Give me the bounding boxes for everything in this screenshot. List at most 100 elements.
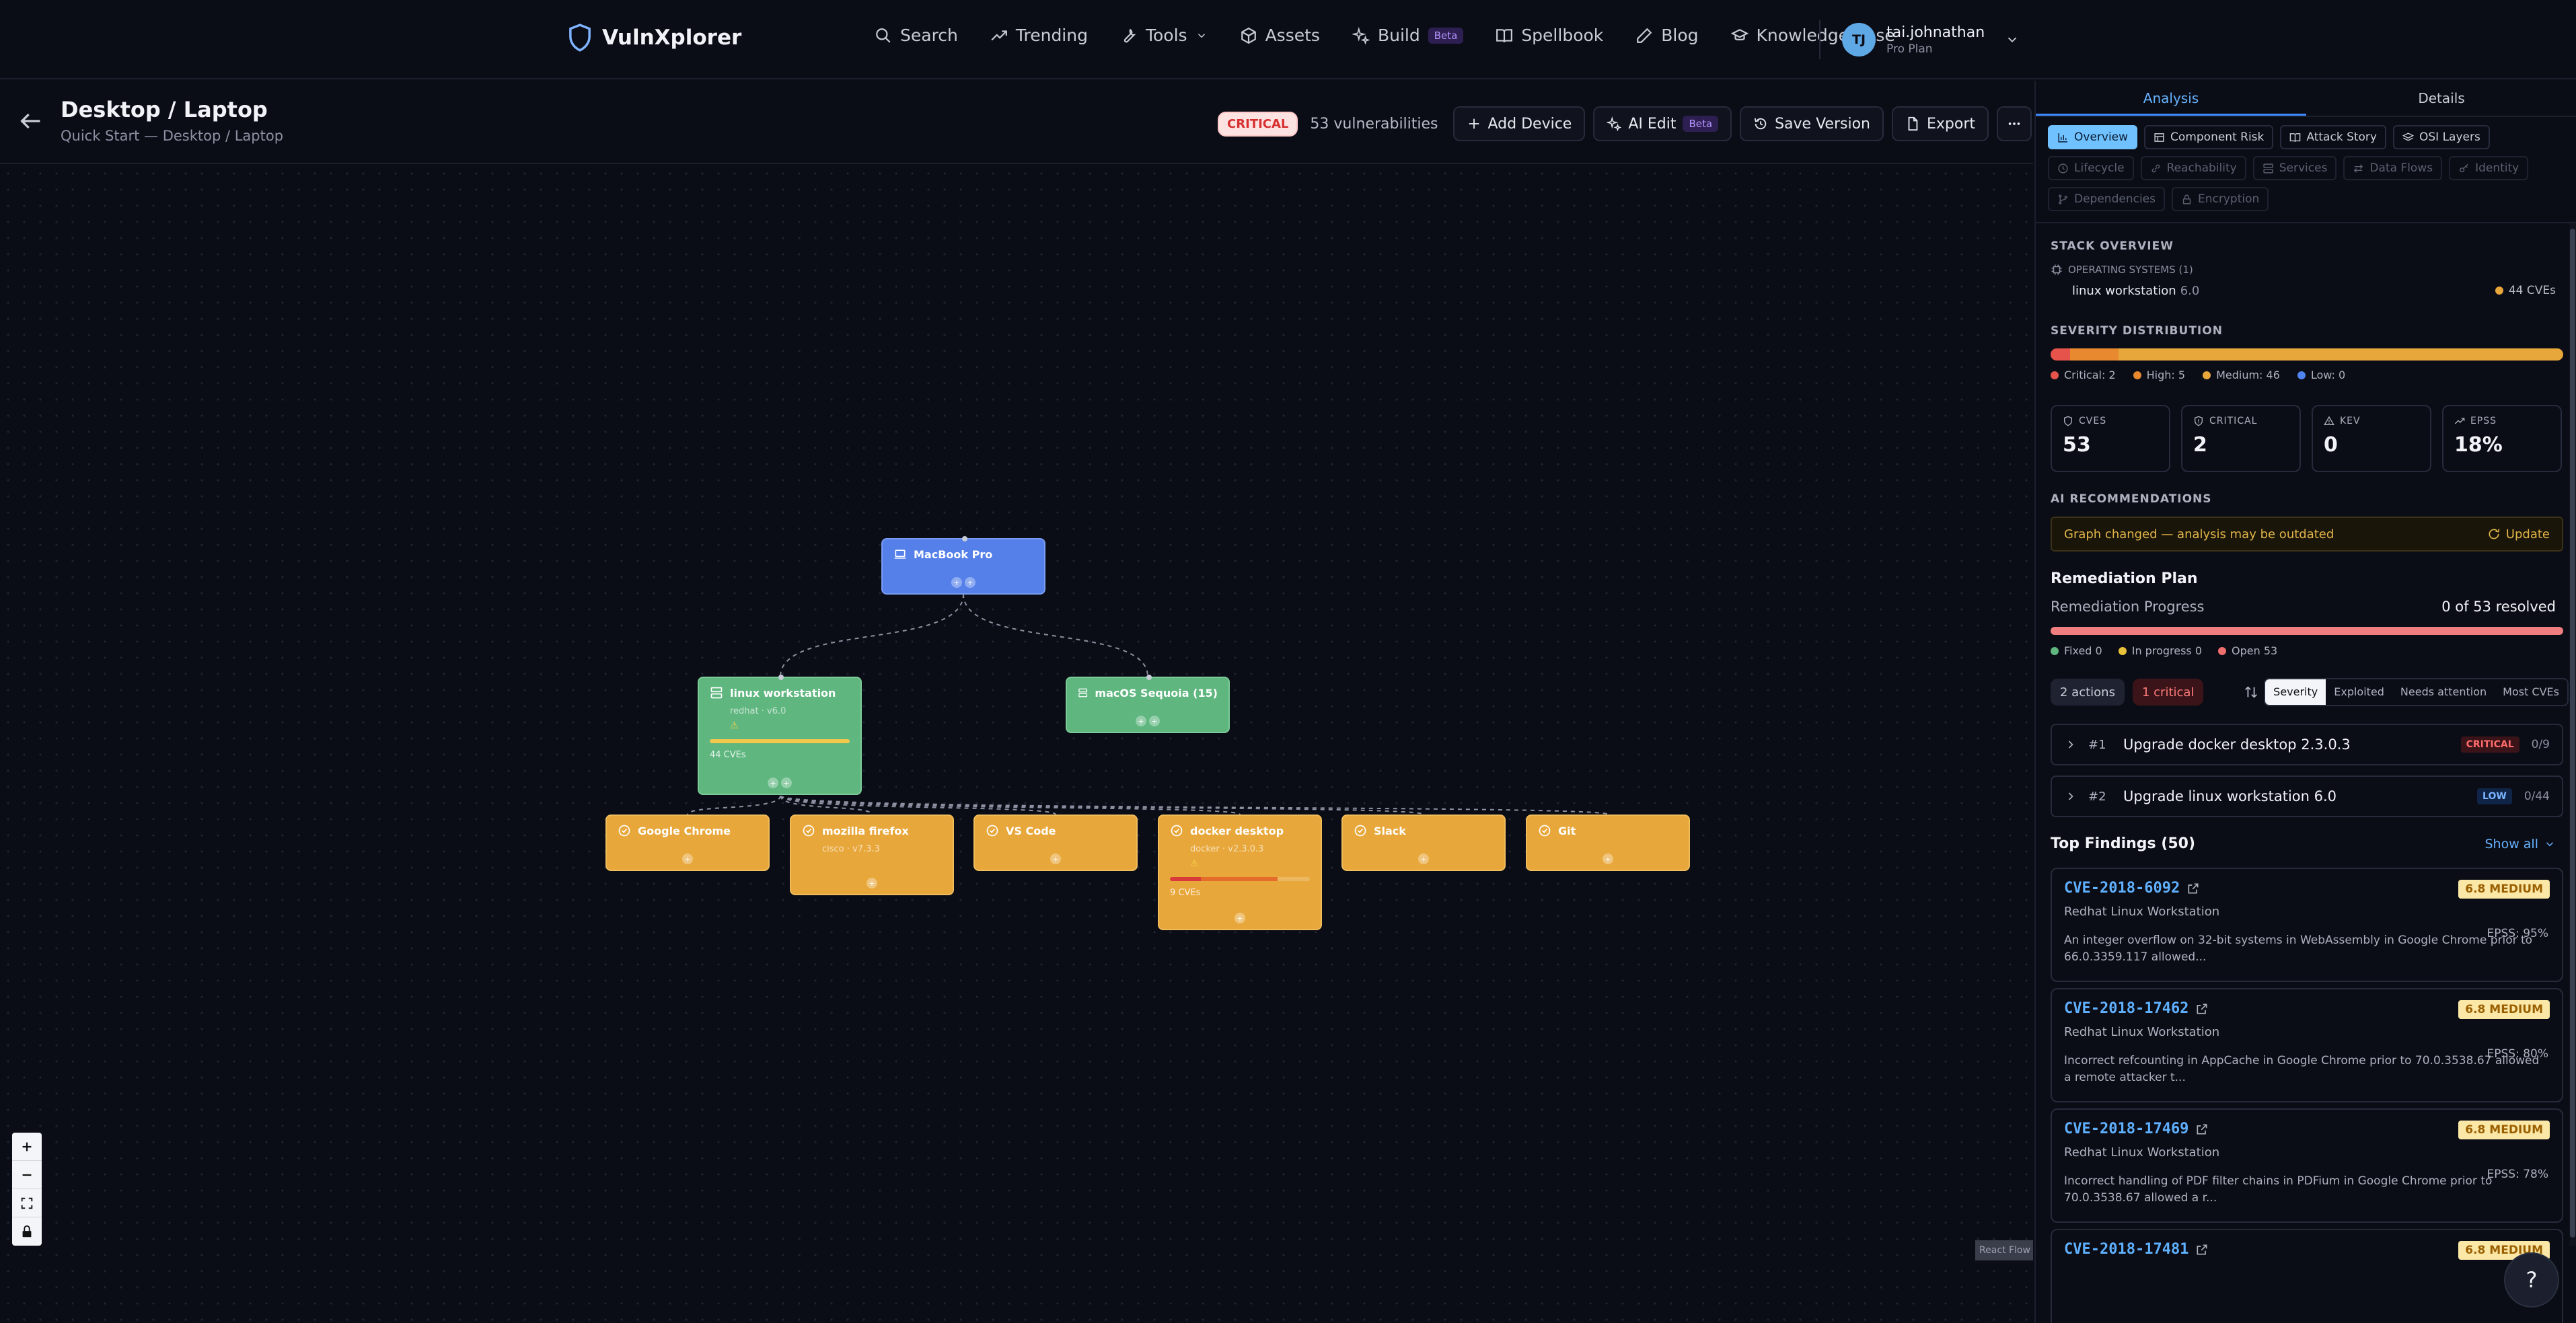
more-menu-button[interactable] [1997, 106, 2032, 141]
add-child-icon[interactable]: + [867, 878, 877, 889]
package-icon [803, 825, 815, 837]
nav-search[interactable]: Search [875, 26, 958, 45]
sort-severity[interactable]: Severity [2265, 679, 2326, 705]
subtab-label: Dependencies [2074, 192, 2156, 206]
finding-card[interactable]: CVE-2018-17462 6.8 MEDIUM Redhat Linux W… [2051, 988, 2563, 1102]
refresh-icon [2489, 529, 2500, 539]
stat-card-kev[interactable]: KEV 0 [2312, 405, 2431, 472]
subtab-services: Services [2252, 156, 2337, 180]
node-docker-desktop[interactable]: docker desktop docker · v2.3.0.3 ⚠ 9 CVE… [1158, 815, 1322, 930]
ai-edit-button[interactable]: AI Edit Beta [1593, 106, 1732, 141]
help-button[interactable]: ? [2504, 1252, 2559, 1308]
subtab-label: Data Flows [2369, 161, 2433, 175]
remediation-progress-label: Remediation Progress [2051, 599, 2205, 615]
fit-view-button[interactable] [12, 1189, 42, 1217]
add-child-icon[interactable]: + [781, 778, 792, 788]
update-button[interactable]: Update [2487, 527, 2550, 541]
subtab-osi-layers[interactable]: OSI Layers [2392, 125, 2490, 149]
node-handles[interactable]: + [682, 854, 693, 864]
lock-button[interactable] [12, 1217, 42, 1246]
node-macos-sequoia[interactable]: macOS Sequoia (15) + + [1066, 675, 1230, 733]
user-plan: Pro Plan [1886, 42, 1933, 56]
node-linux-workstation[interactable]: linux workstation redhat · v6.0 ⚠ 44 CVE… [698, 675, 862, 795]
sort-most-cves[interactable]: Most CVEs [2495, 679, 2567, 705]
node-label: linux workstation [730, 686, 836, 700]
node-port-top[interactable] [1146, 675, 1152, 680]
legend-high: High: 5 [2133, 369, 2185, 381]
subtab-label: Overview [2074, 130, 2129, 144]
stat-card-cves[interactable]: CVES 53 [2051, 405, 2170, 472]
finding-card[interactable]: CVE-2018-17469 6.8 MEDIUM Redhat Linux W… [2051, 1108, 2563, 1223]
zoom-in-button[interactable] [12, 1133, 42, 1161]
node-macbook-pro[interactable]: MacBook Pro + + [881, 536, 1045, 595]
export-button[interactable]: Export [1891, 106, 1989, 141]
add-child-icon[interactable]: + [1418, 854, 1429, 864]
node-port-top[interactable] [778, 675, 784, 680]
add-child-icon[interactable]: + [965, 577, 976, 588]
nav-spellbook[interactable]: Spellbook [1496, 26, 1603, 45]
node-handles[interactable]: + + [768, 778, 792, 788]
finding-card[interactable]: CVE-2018-17481 6.8 MEDIUM [2051, 1229, 2563, 1323]
save-version-button[interactable]: Save Version [1740, 106, 1884, 141]
node-slack[interactable]: Slack + [1341, 815, 1506, 871]
add-child-icon[interactable]: + [682, 854, 693, 864]
nav-blog-label: Blog [1661, 26, 1699, 45]
node-mozilla-firefox[interactable]: mozilla firefox cisco · v7.3.3 + [790, 815, 954, 895]
subtab-component-risk[interactable]: Component Risk [2144, 125, 2274, 149]
remediation-action[interactable]: #2 Upgrade linux workstation 6.0 LOW 0/4… [2051, 776, 2563, 817]
nav-build[interactable]: Build Beta [1352, 26, 1464, 45]
stat-card-critical[interactable]: CRITICAL 2 [2181, 405, 2301, 472]
user-menu[interactable]: TJ tai.johnathan Pro Plan [1842, 23, 2020, 56]
back-arrow-icon[interactable] [17, 108, 44, 135]
layers-icon [2402, 132, 2414, 141]
node-handles[interactable]: + + [951, 577, 976, 588]
os-item[interactable]: linux workstation 6.0 [2072, 284, 2199, 298]
node-handles[interactable]: + + [1136, 716, 1160, 726]
cvss-badge: 6.8 MEDIUM [2458, 880, 2550, 899]
subtab-attack-story[interactable]: Attack Story [2280, 125, 2386, 149]
add-child-icon[interactable]: + [951, 577, 962, 588]
node-handles[interactable]: + [1418, 854, 1429, 864]
shield-logo-icon [569, 24, 591, 52]
panel-tabs: Analysis Details [2036, 81, 2576, 117]
add-child-icon[interactable]: + [768, 778, 778, 788]
node-port-top[interactable] [962, 536, 967, 541]
node-google-chrome[interactable]: Google Chrome + [605, 815, 770, 871]
stat-card-epss[interactable]: EPSS 18% [2442, 405, 2562, 472]
add-child-icon[interactable]: + [1050, 854, 1061, 864]
zoom-out-button[interactable] [12, 1161, 42, 1189]
brand[interactable]: VulnXplorer [567, 23, 741, 52]
nav-trending[interactable]: Trending [990, 26, 1088, 45]
sort-icon[interactable] [2244, 685, 2258, 700]
breadcrumb[interactable]: Quick Start — Desktop / Laptop [61, 128, 283, 144]
flow-attribution[interactable]: React Flow [1975, 1240, 2033, 1260]
nav-tools[interactable]: Tools [1120, 26, 1208, 45]
sort-exploited[interactable]: Exploited [2326, 679, 2392, 705]
node-git[interactable]: Git + [1526, 815, 1690, 871]
nav-assets[interactable]: Assets [1240, 26, 1320, 45]
node-vs-code[interactable]: VS Code + [973, 815, 1138, 871]
add-child-icon[interactable]: + [1603, 854, 1613, 864]
graph-canvas[interactable]: MacBook Pro + + linux workstation redhat … [0, 165, 2033, 1323]
subtab-overview[interactable]: Overview [2048, 125, 2138, 149]
node-title: Slack [1354, 824, 1494, 837]
add-device-button[interactable]: Add Device [1452, 106, 1586, 141]
scrollbar-thumb[interactable] [2570, 229, 2575, 1238]
add-child-icon[interactable]: + [1149, 716, 1160, 726]
arrows-icon [2354, 163, 2363, 173]
tab-details[interactable]: Details [2306, 81, 2576, 116]
node-handles[interactable]: + [1050, 854, 1061, 864]
remediation-action[interactable]: #1 Upgrade docker desktop 2.3.0.3 CRITIC… [2051, 724, 2563, 765]
node-handles[interactable]: + [1235, 913, 1245, 923]
finding-card[interactable]: CVE-2018-6092 6.8 MEDIUM Redhat Linux Wo… [2051, 868, 2563, 982]
tab-analysis[interactable]: Analysis [2036, 81, 2306, 116]
nav-blog[interactable]: Blog [1635, 26, 1699, 45]
show-all-button[interactable]: Show all [2485, 837, 2556, 852]
add-child-icon[interactable]: + [1136, 716, 1146, 726]
add-child-icon[interactable]: + [1235, 913, 1245, 923]
node-handles[interactable]: + [1603, 854, 1613, 864]
clock-icon [2058, 163, 2068, 174]
sort-needs-attention[interactable]: Needs attention [2392, 679, 2495, 705]
edge-linux-chrome [687, 795, 781, 815]
node-handles[interactable]: + [867, 878, 877, 889]
